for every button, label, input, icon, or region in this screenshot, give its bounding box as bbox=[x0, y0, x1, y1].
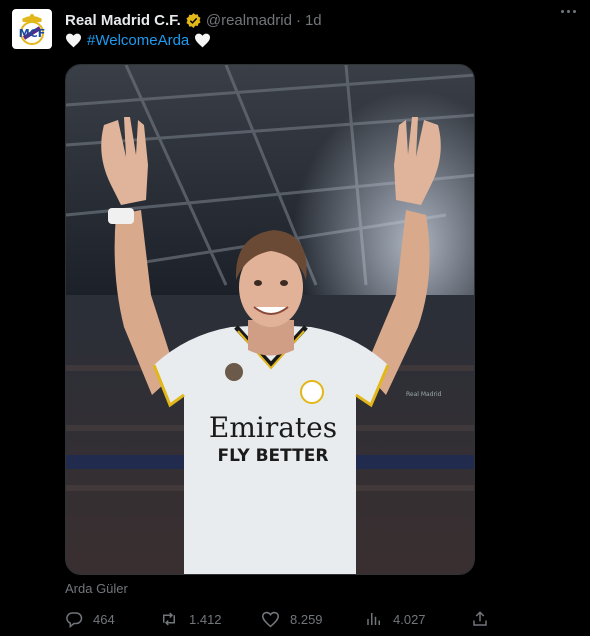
hashtag-link[interactable]: #WelcomeArda bbox=[87, 32, 189, 49]
jersey-slogan-text: FLY BETTER bbox=[218, 446, 329, 466]
share-button[interactable] bbox=[471, 610, 489, 628]
reply-icon bbox=[66, 612, 83, 628]
separator-dot: · bbox=[295, 11, 301, 29]
views-count: 4.027 bbox=[393, 611, 426, 627]
author-name[interactable]: Real Madrid C.F. bbox=[65, 12, 181, 29]
tweet-text: #WelcomeArda bbox=[65, 32, 211, 49]
player-photo: Real Madrid Emirates FLY BETTER bbox=[66, 65, 474, 574]
heart-icon bbox=[261, 611, 280, 627]
repost-count: 1.412 bbox=[189, 611, 222, 627]
tweet-photo[interactable]: Real Madrid Emirates FLY BETTER bbox=[65, 64, 475, 575]
share-icon bbox=[473, 611, 487, 626]
more-options-icon[interactable] bbox=[561, 10, 576, 13]
reply-button[interactable]: 464 bbox=[65, 610, 115, 628]
stadium-banner-text: Real Madrid bbox=[406, 391, 442, 398]
reply-count: 464 bbox=[93, 611, 115, 627]
avatar[interactable]: MCF bbox=[12, 9, 52, 49]
repost-icon bbox=[163, 612, 175, 626]
verified-badge-icon[interactable] bbox=[185, 12, 202, 29]
jersey-sponsor-text: Emirates bbox=[209, 411, 337, 444]
views-icon bbox=[367, 613, 380, 625]
author-handle[interactable]: @realmadrid bbox=[206, 12, 292, 29]
real-madrid-crest-icon: MCF bbox=[19, 14, 46, 45]
white-heart-icon bbox=[65, 33, 82, 48]
white-heart-icon bbox=[194, 33, 211, 48]
repost-button[interactable]: 1.412 bbox=[159, 610, 222, 628]
tweet-header: Real Madrid C.F. @realmadrid · 1d bbox=[65, 10, 578, 30]
views-button[interactable]: 4.027 bbox=[365, 610, 426, 628]
svg-text:MCF: MCF bbox=[19, 27, 46, 40]
action-bar: 464 1.412 8.259 4.027 bbox=[65, 609, 490, 629]
like-count: 8.259 bbox=[290, 611, 323, 627]
like-button[interactable]: 8.259 bbox=[261, 611, 323, 628]
media-caption: Arda Güler bbox=[65, 581, 128, 596]
tweet[interactable]: MCF Real Madrid C.F. @realmadrid · 1d #W… bbox=[0, 0, 590, 636]
timestamp[interactable]: 1d bbox=[305, 12, 322, 29]
